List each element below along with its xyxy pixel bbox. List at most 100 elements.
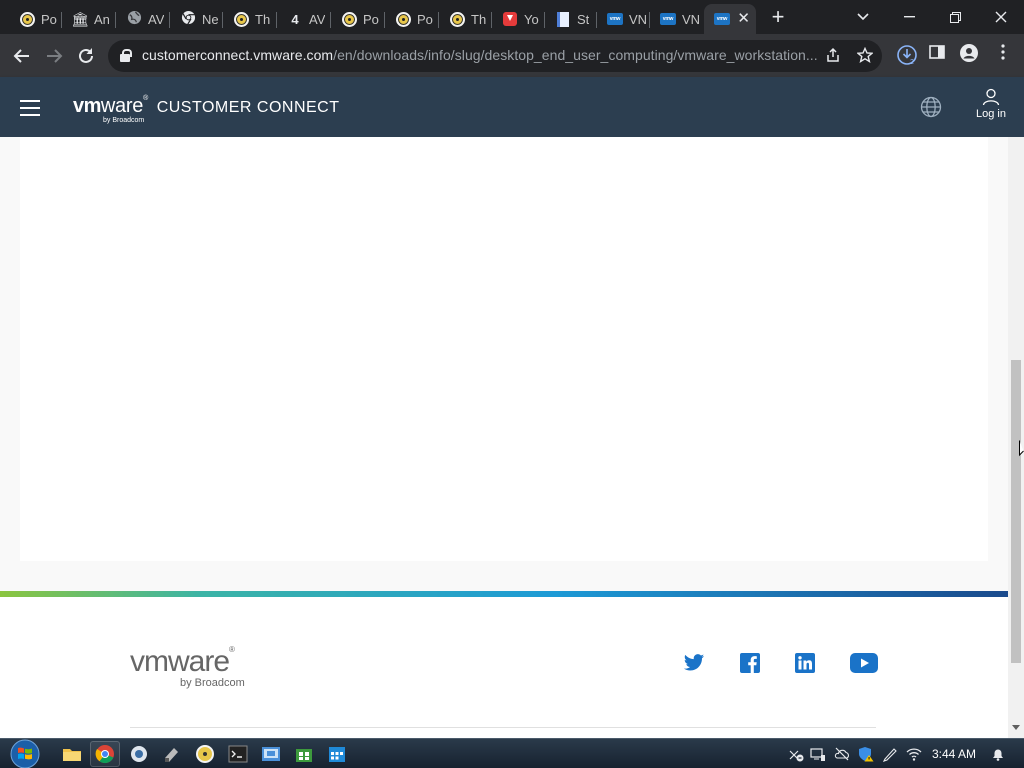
browser-tab[interactable]: vmw VN [597,4,650,34]
login-label: Log in [976,108,1006,120]
browser-tab[interactable]: Po [385,4,438,34]
browser-tab[interactable]: Th [223,4,276,34]
onedrive-off-icon[interactable] [834,746,850,762]
file-explorer-icon[interactable] [57,741,87,767]
tab-separator [276,12,277,28]
bookmark-star-icon[interactable] [856,46,874,65]
twitter-icon[interactable] [683,653,709,675]
hamburger-menu-icon[interactable] [20,100,40,116]
footer: vmware® by Broadcom [0,597,1008,738]
browser-tab[interactable]: Po [9,4,62,34]
tab-title: VN [682,11,701,27]
tab-separator [222,12,223,28]
tab-title: VN [629,11,648,27]
restore-button[interactable] [932,0,978,34]
document-icon [555,11,571,27]
notification-bell-icon[interactable] [990,746,1006,762]
browser-tab[interactable]: vmw ✕ [704,4,756,34]
pen-icon[interactable] [882,746,898,762]
app-icon[interactable] [124,741,154,767]
tab-title: An [94,11,110,27]
tab-separator [649,12,650,28]
footer-logo-text: vmware [130,645,230,678]
taskbar: 3:44 AM [0,738,1024,768]
browser-tab[interactable]: St [545,4,598,34]
tab-separator [169,12,170,28]
footer-divider [130,727,876,728]
logo-reg: ® [143,95,149,102]
browser-tab[interactable]: Po [331,4,384,34]
four-icon: 4 [291,11,299,27]
facebook-icon[interactable] [740,653,766,675]
browser-tab[interactable]: Ne [170,4,223,34]
chrome-icon [180,10,196,27]
svg-text:2: 2 [910,59,914,66]
scroll-down-arrow-icon[interactable] [1012,725,1020,733]
language-globe-icon[interactable] [920,96,942,118]
tab-search-button[interactable] [840,0,886,34]
footer-logo-reg: ® [229,645,235,654]
browser-tab[interactable]: Yo [492,4,545,34]
vmware-icon: vmw [714,11,730,27]
tab-separator [491,12,492,28]
youtube-icon[interactable] [850,653,878,675]
calendar-icon[interactable] [322,741,352,767]
lock-icon[interactable] [120,49,132,62]
display-icon[interactable] [810,746,826,762]
close-window-button[interactable] [978,0,1024,34]
vmware-icon: vmw [660,11,676,27]
profile-icon[interactable] [958,44,980,66]
side-panel-icon[interactable] [926,44,948,66]
footer-logo[interactable]: vmware® by Broadcom [130,645,245,689]
tab-separator [384,12,385,28]
reload-button[interactable] [74,44,98,68]
content-card [20,137,988,561]
wifi-icon[interactable] [906,746,922,762]
taskbar-clock[interactable]: 3:44 AM [932,747,976,761]
scrollbar-thumb[interactable] [1011,360,1021,663]
address-bar[interactable]: customerconnect.vmware.com/en/downloads/… [108,40,882,72]
tab-separator [115,12,116,28]
browser-tab[interactable]: 4 AV [277,4,330,34]
url-text[interactable]: customerconnect.vmware.com/en/downloads/… [142,47,818,63]
downloads-icon[interactable]: 2 [896,44,918,66]
media-icon[interactable] [157,741,187,767]
linkedin-icon[interactable] [795,653,821,675]
disc-icon[interactable] [190,741,220,767]
tab-title: Th [255,11,271,27]
share-icon[interactable] [824,47,842,65]
chrome-icon[interactable] [90,741,120,767]
store-icon[interactable] [289,741,319,767]
logo-by-broadcom: by Broadcom [103,117,145,124]
tab-separator [544,12,545,28]
browser-tab[interactable]: vmw VN [650,4,703,34]
minimize-button[interactable] [886,0,932,34]
menu-kebab-icon[interactable] [992,44,1014,66]
vmware-icon[interactable] [256,741,286,767]
forward-button[interactable] [42,44,66,68]
browser-tab[interactable]: AV [116,4,169,34]
disc-icon [449,11,465,27]
start-button[interactable] [8,739,44,768]
back-button[interactable] [10,44,34,68]
tab-title: Po [417,11,433,27]
login-button[interactable]: Log in [970,88,1012,120]
terminal-icon[interactable] [223,741,253,767]
security-warning-icon[interactable] [858,746,874,762]
tab-title: AV [148,11,165,27]
tab-title: St [577,11,590,27]
download-icon [502,11,518,27]
tab-separator [330,12,331,28]
browser-tab[interactable]: Th [439,4,492,34]
site-logo[interactable]: vmware® CUSTOMER CONNECT by Broadcom [73,95,340,124]
page-scrollbar[interactable] [1008,137,1024,738]
tab-title: AV [309,11,326,27]
new-tab-button[interactable]: + [768,6,788,28]
site-title: CUSTOMER CONNECT [156,99,340,116]
tab-title: Th [471,11,487,27]
network-warning-icon[interactable] [788,746,804,762]
close-tab-icon[interactable]: ✕ [737,11,750,26]
logo-vm: vm [73,95,101,117]
footer-logo-by: by Broadcom [180,677,245,689]
browser-tab[interactable]: 🏛 An [62,4,115,34]
